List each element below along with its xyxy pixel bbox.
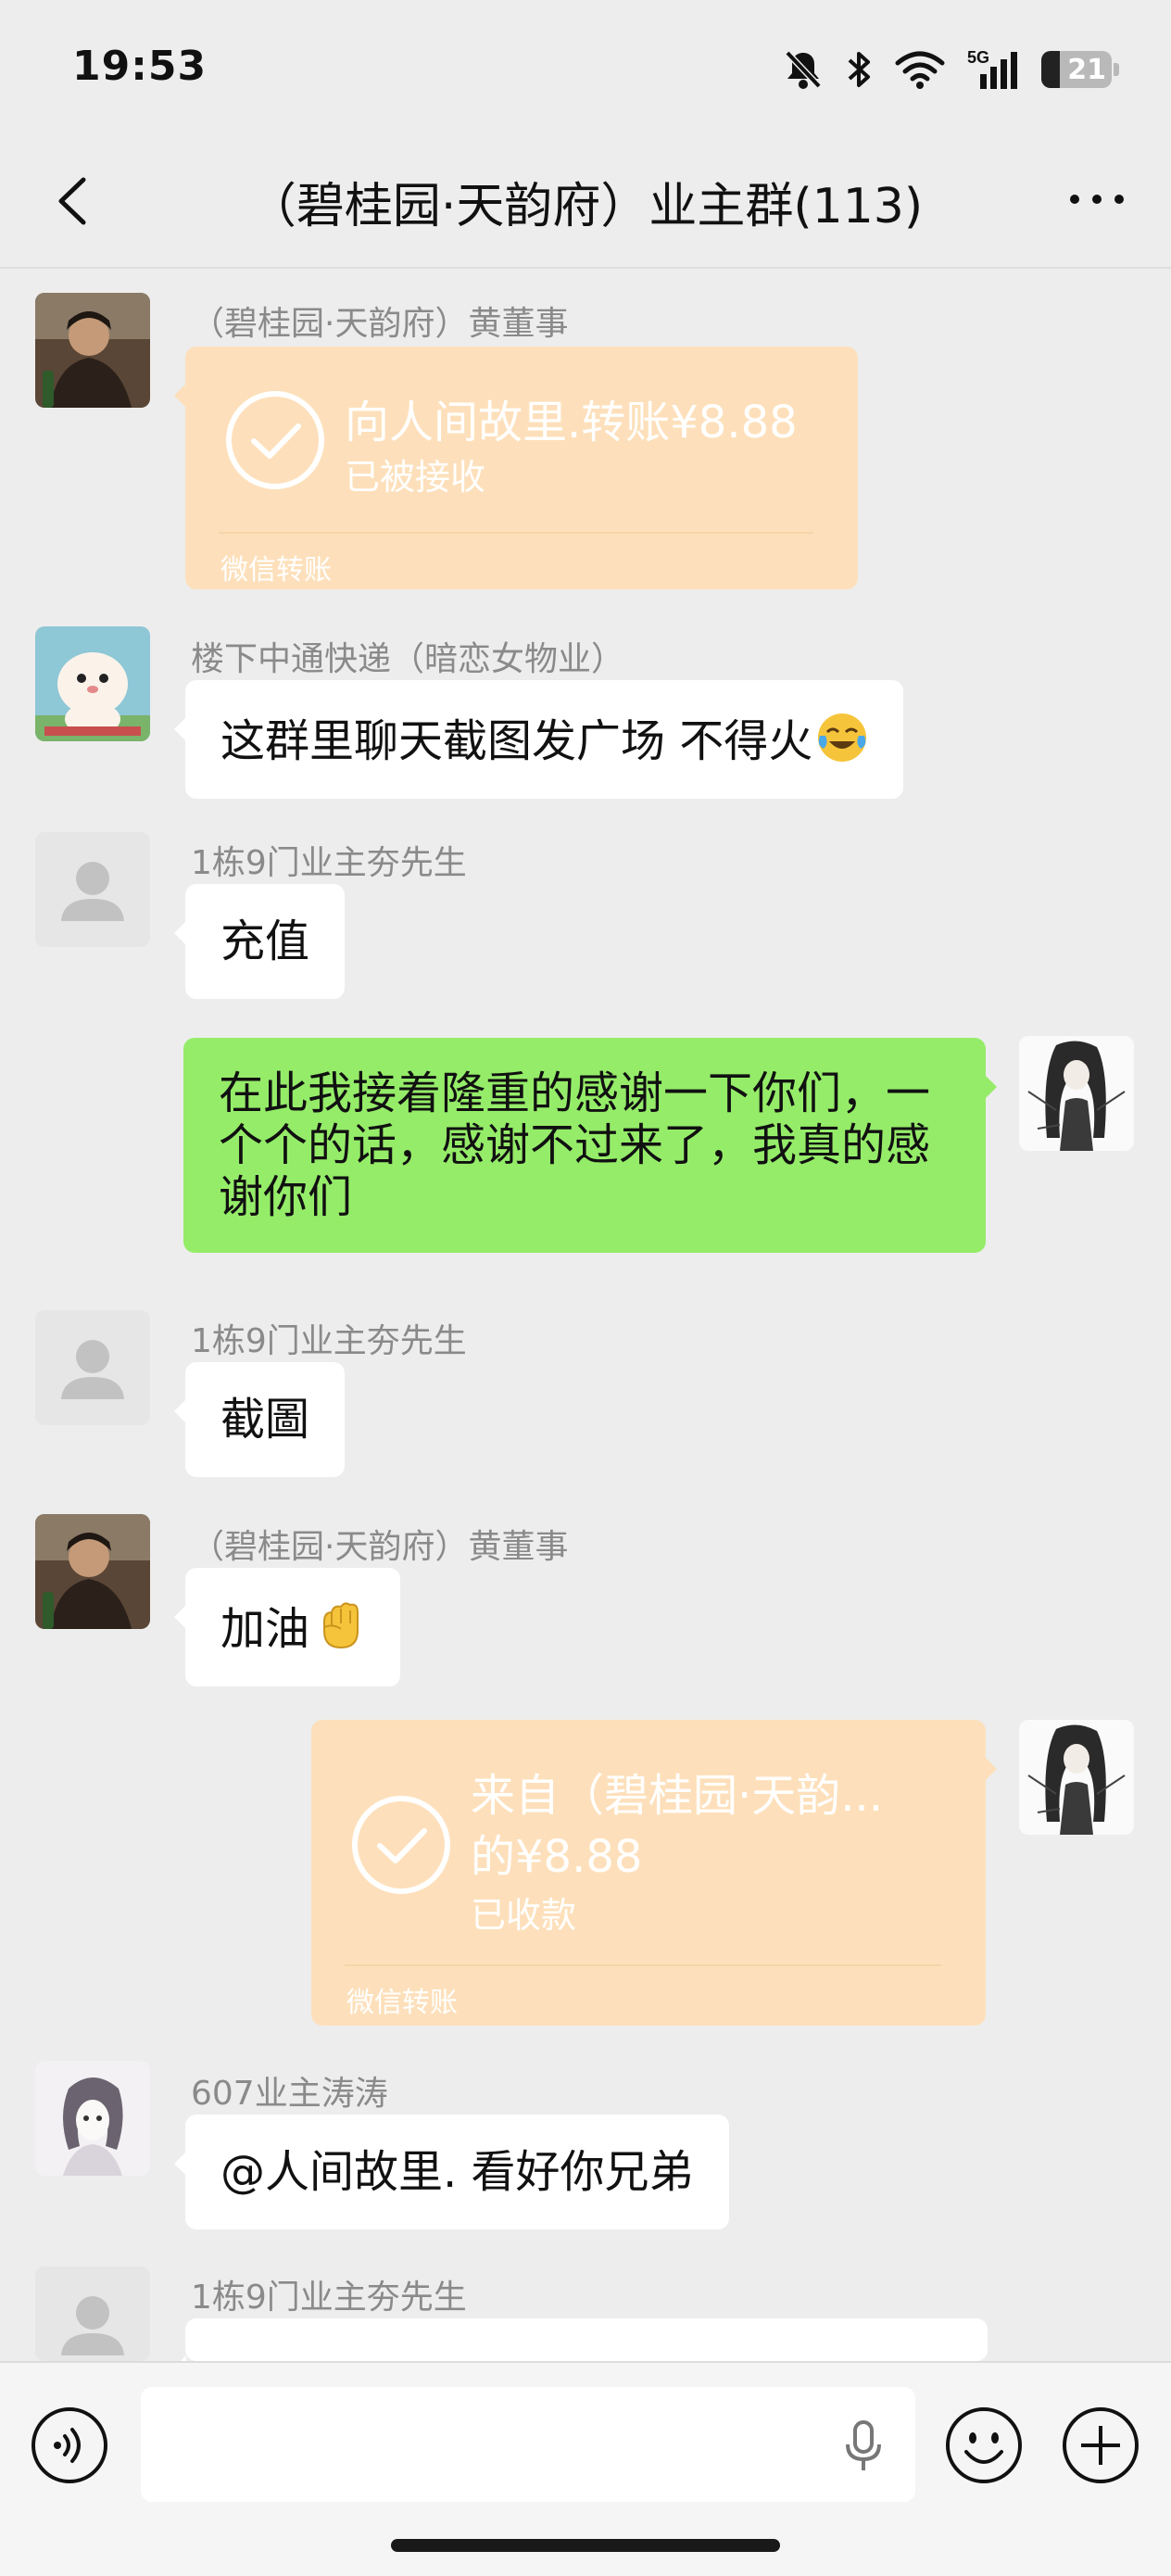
avatar[interactable]	[35, 626, 150, 741]
message-bubble[interactable]	[174, 2318, 988, 2380]
transfer-check-icon	[226, 391, 324, 489]
sender-name: 1栋9门业主夯先生	[191, 844, 467, 882]
sender-name: 楼下中通快递（暗恋女物业）	[191, 640, 625, 678]
avatar[interactable]	[35, 2267, 150, 2361]
status-time: 19:53	[72, 43, 208, 90]
avatar[interactable]	[35, 832, 150, 947]
message-bubble[interactable]: @人间故里. 看好你兄弟	[174, 2115, 729, 2229]
chat-title: （碧桂园·天韵府）业主群(113)	[247, 179, 924, 234]
message-bubble[interactable]: 这群里聊天截图发广场 不得火	[173, 680, 904, 799]
status-icons: 5G 21	[784, 46, 1119, 93]
avatar[interactable]	[35, 1310, 150, 1425]
message-input[interactable]	[141, 2387, 915, 2502]
message-text: 截圖	[220, 1394, 310, 1446]
bell-off-icon	[785, 50, 822, 89]
message-text: 这群里聊天截图发广场 不得火	[220, 715, 813, 767]
sender-name: 607业主涛涛	[191, 2075, 388, 2113]
wifi-icon	[895, 51, 945, 89]
laughing-crying-emoji-icon	[818, 713, 867, 762]
emoji-icon[interactable]	[944, 2406, 1024, 2485]
microphone-icon[interactable]	[843, 2418, 884, 2474]
message-bubble-self[interactable]: 在此我接着隆重的感谢一下你们，一个个的话，感谢不过来了，我真的感谢你们	[183, 1038, 997, 1253]
plus-icon[interactable]	[1061, 2406, 1140, 2485]
sender-name: 1栋9门业主夯先生	[191, 1322, 467, 1360]
chat-header: （碧桂园·天韵府）业主群(113)	[0, 139, 1171, 269]
home-indicator[interactable]	[391, 2539, 780, 2552]
transfer-check-icon	[352, 1796, 450, 1894]
message-text: @人间故里. 看好你兄弟	[220, 2146, 694, 2198]
signal-icon: 5G	[967, 48, 1017, 89]
transfer-card[interactable]: 向人间故里.转账¥8.88 已被接收 微信转账	[174, 347, 858, 589]
message-text: 充值	[220, 915, 310, 967]
bluetooth-icon	[848, 52, 870, 87]
voice-mode-icon[interactable]	[30, 2406, 109, 2485]
message-bubble[interactable]: 截圖	[173, 1362, 346, 1477]
message-bubble[interactable]: 充值	[173, 884, 346, 999]
sender-name: （碧桂园·天韵府）黄董事	[191, 305, 569, 343]
more-icon[interactable]	[1060, 167, 1134, 232]
transfer-footer: 微信转账	[346, 1987, 458, 2019]
transfer-status: 已收款	[471, 1895, 577, 1936]
transfer-title: 来自（碧桂园·天韵...	[471, 1770, 884, 1822]
status-bar: 19:53 5G 21	[0, 0, 1171, 139]
message-text: 加油	[220, 1603, 310, 1655]
transfer-amount: 的¥8.88	[471, 1831, 643, 1883]
svg-text:5G: 5G	[967, 48, 989, 67]
avatar[interactable]	[35, 1514, 150, 1629]
raised-fist-emoji-icon	[323, 1602, 359, 1649]
sender-name: （碧桂园·天韵府）黄董事	[191, 1528, 569, 1566]
transfer-title: 向人间故里.转账¥8.88	[345, 397, 798, 448]
avatar[interactable]	[35, 293, 150, 408]
message-bubble[interactable]: 加油	[173, 1568, 401, 1686]
avatar[interactable]	[35, 2061, 150, 2176]
avatar-self[interactable]	[1019, 1720, 1134, 1835]
transfer-footer: 微信转账	[220, 554, 332, 587]
avatar-self[interactable]	[1019, 1036, 1134, 1151]
battery-indicator: 21	[1041, 51, 1119, 88]
sender-name: 1栋9门业主夯先生	[191, 2279, 467, 2317]
transfer-status: 已被接收	[345, 457, 486, 498]
battery-level: 21	[1067, 54, 1106, 86]
transfer-card-self[interactable]: 来自（碧桂园·天韵... 的¥8.88 已收款 微信转账	[311, 1720, 997, 2026]
message-text: 在此我接着隆重的感谢一下你们，一个个的话，感谢不过来了，我真的感谢你们	[219, 1067, 931, 1223]
